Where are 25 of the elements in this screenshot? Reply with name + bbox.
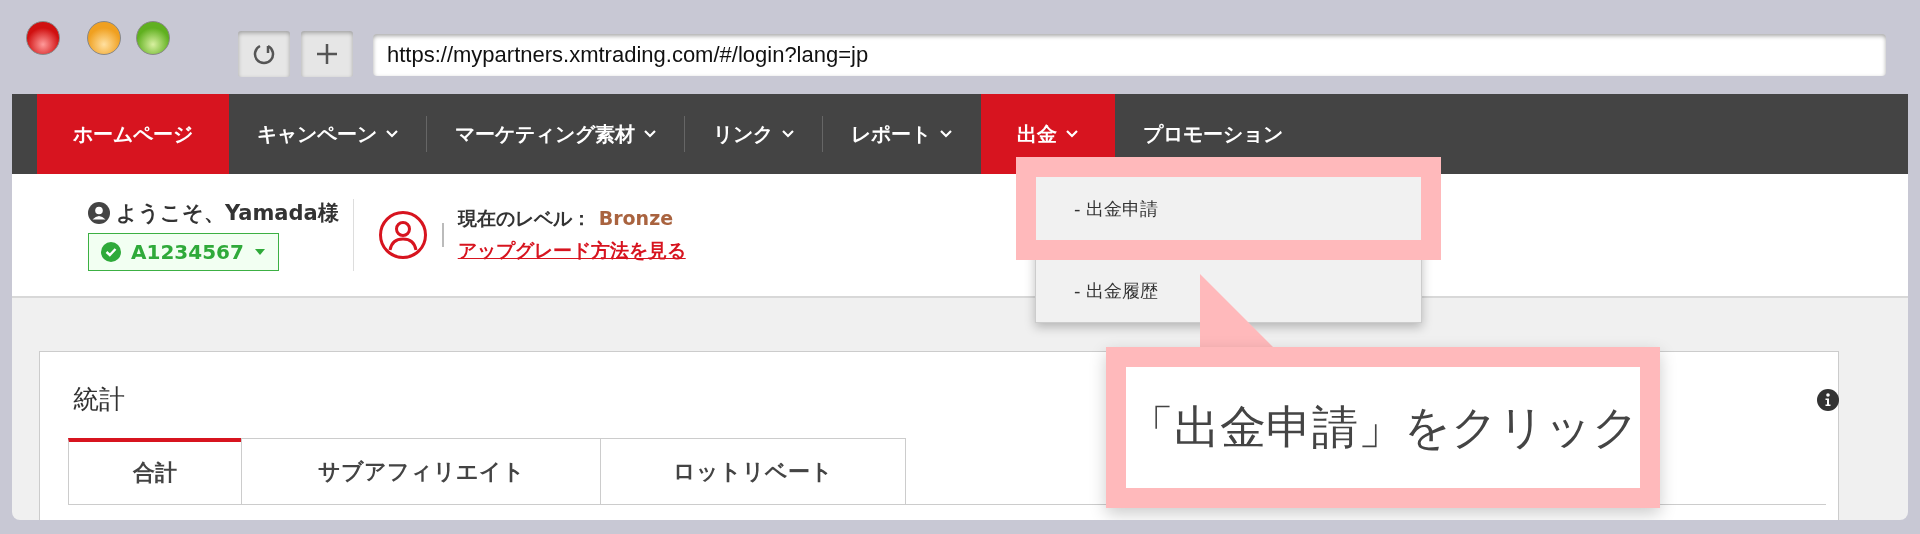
nav-item[interactable]: レポート — [823, 94, 981, 174]
callout: 「出金申請」をクリック — [1106, 347, 1660, 508]
welcome-text: ようこそ、Yamada様 — [116, 200, 339, 227]
close-light-icon[interactable] — [26, 21, 60, 55]
caret-icon — [253, 248, 266, 256]
info-icon[interactable] — [1817, 389, 1839, 411]
menu-item[interactable]: - 出金申請 — [1036, 177, 1421, 240]
address-bar[interactable]: https://mypartners.xmtrading.com/#/login?lang=jp — [373, 34, 1886, 76]
check-circle-icon — [101, 242, 121, 262]
level-text: 現在のレベル： Bronze — [457, 206, 675, 231]
nav-item[interactable]: プロモーション — [1115, 94, 1311, 174]
upgrade-link[interactable]: アップグレード方法を見る — [457, 238, 686, 264]
nav-item[interactable]: ホームページ — [37, 94, 229, 174]
new-tab-button[interactable] — [301, 31, 353, 77]
nav-item[interactable]: マーケティング素材 — [427, 94, 685, 174]
plus-icon — [315, 42, 339, 66]
reload-button[interactable] — [238, 31, 290, 77]
stats-tab[interactable]: 合計 — [68, 438, 242, 504]
profile-icon — [377, 210, 428, 260]
user-icon — [88, 202, 110, 224]
card-title: 統計 — [73, 383, 125, 416]
menu-item[interactable]: - 出金履歴 — [1036, 260, 1421, 322]
stats-tab[interactable]: ロットリベート — [600, 438, 906, 504]
nav-item[interactable]: リンク — [685, 94, 823, 174]
nav-item[interactable]: キャンペーン — [229, 94, 427, 174]
